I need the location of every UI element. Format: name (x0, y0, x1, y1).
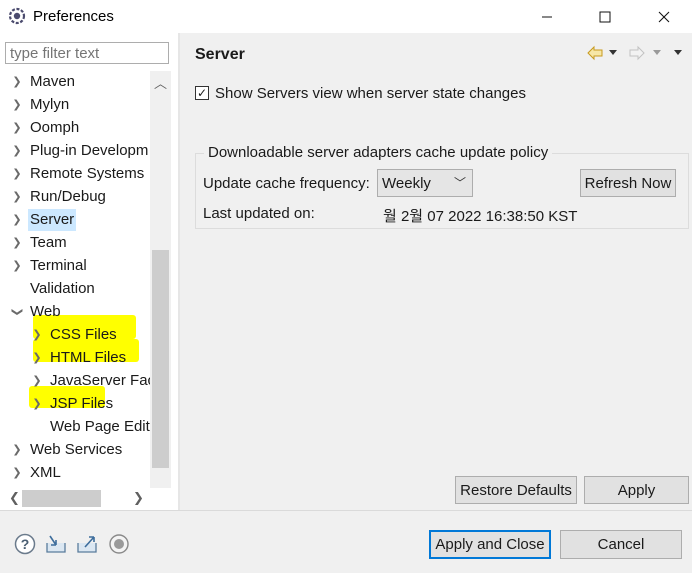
apply-button[interactable]: Apply (584, 476, 689, 504)
record-icon[interactable] (107, 532, 131, 556)
export-icon[interactable] (75, 532, 99, 556)
window-title: Preferences (33, 8, 114, 25)
chevron-right-icon[interactable]: ❯ (11, 439, 23, 461)
scroll-up-icon[interactable]: ︿ (152, 73, 169, 92)
update-frequency-label: Update cache frequency: (203, 175, 370, 192)
chevron-right-icon[interactable]: ❯ (11, 255, 23, 277)
preference-tree: ❯ Maven ❯ Mylyn ❯ Oomph ❯ Plug-in Developm ❯… (0, 71, 150, 488)
last-updated-value: 월 2월 07 2022 16:38:50 KST (383, 208, 578, 225)
chevron-right-icon[interactable]: ❯ (11, 117, 23, 139)
chevron-right-icon[interactable]: ❯ (11, 163, 23, 185)
minimize-button[interactable] (524, 0, 570, 33)
chevron-right-icon[interactable]: ❯ (31, 393, 43, 415)
refresh-now-button[interactable]: Refresh Now (580, 169, 676, 197)
close-icon (658, 11, 670, 22)
maximize-icon (599, 11, 611, 22)
show-servers-view-checkbox[interactable]: ✓ (195, 86, 209, 100)
last-updated-label: Last updated on: (203, 205, 315, 222)
horizontal-scroll-thumb[interactable] (22, 490, 101, 507)
minimize-icon (542, 16, 552, 17)
close-button[interactable] (641, 0, 687, 33)
import-icon[interactable] (44, 532, 68, 556)
maximize-button[interactable] (582, 0, 628, 33)
page-title: Server (195, 46, 245, 63)
forward-dropdown-icon[interactable] (652, 49, 662, 57)
footer-separator (0, 510, 692, 511)
chevron-down-icon: ﹀ (453, 176, 466, 190)
eclipse-app-icon (8, 7, 26, 25)
scroll-left-icon[interactable]: ❮ (6, 490, 23, 506)
back-dropdown-icon[interactable] (608, 49, 618, 57)
chevron-right-icon[interactable]: ❯ (11, 140, 23, 162)
restore-defaults-button[interactable]: Restore Defaults (455, 476, 577, 504)
chevron-down-icon[interactable]: ❯ (6, 306, 28, 318)
chevron-right-icon[interactable]: ❯ (11, 462, 23, 484)
chevron-right-icon[interactable]: ❯ (11, 71, 23, 93)
update-frequency-select[interactable]: Weekly ﹀ (377, 169, 473, 197)
back-arrow-icon[interactable] (586, 44, 604, 62)
chevron-right-icon[interactable]: ❯ (31, 347, 43, 369)
chevron-right-icon[interactable]: ❯ (31, 324, 43, 346)
filter-input[interactable] (5, 42, 169, 64)
chevron-right-icon[interactable]: ❯ (11, 186, 23, 208)
forward-arrow-icon[interactable] (628, 44, 646, 62)
vertical-scroll-thumb[interactable] (152, 250, 169, 468)
apply-and-close-button[interactable]: Apply and Close (429, 530, 551, 559)
title-bar: Preferences (0, 0, 692, 33)
scroll-right-icon[interactable]: ❯ (130, 490, 147, 506)
chevron-right-icon[interactable]: ❯ (31, 370, 43, 392)
chevron-right-icon[interactable]: ❯ (11, 232, 23, 254)
panel-divider[interactable] (178, 33, 180, 510)
chevron-right-icon[interactable]: ❯ (11, 94, 23, 116)
show-servers-view-label: Show Servers view when server state chan… (215, 85, 526, 102)
help-icon[interactable]: ? (13, 532, 37, 556)
update-frequency-value: Weekly (382, 175, 431, 192)
group-title: Downloadable server adapters cache updat… (204, 144, 553, 161)
chevron-right-icon[interactable]: ❯ (11, 209, 23, 231)
cancel-button[interactable]: Cancel (560, 530, 682, 559)
view-menu-icon[interactable] (673, 49, 683, 57)
svg-text:?: ? (21, 536, 30, 552)
